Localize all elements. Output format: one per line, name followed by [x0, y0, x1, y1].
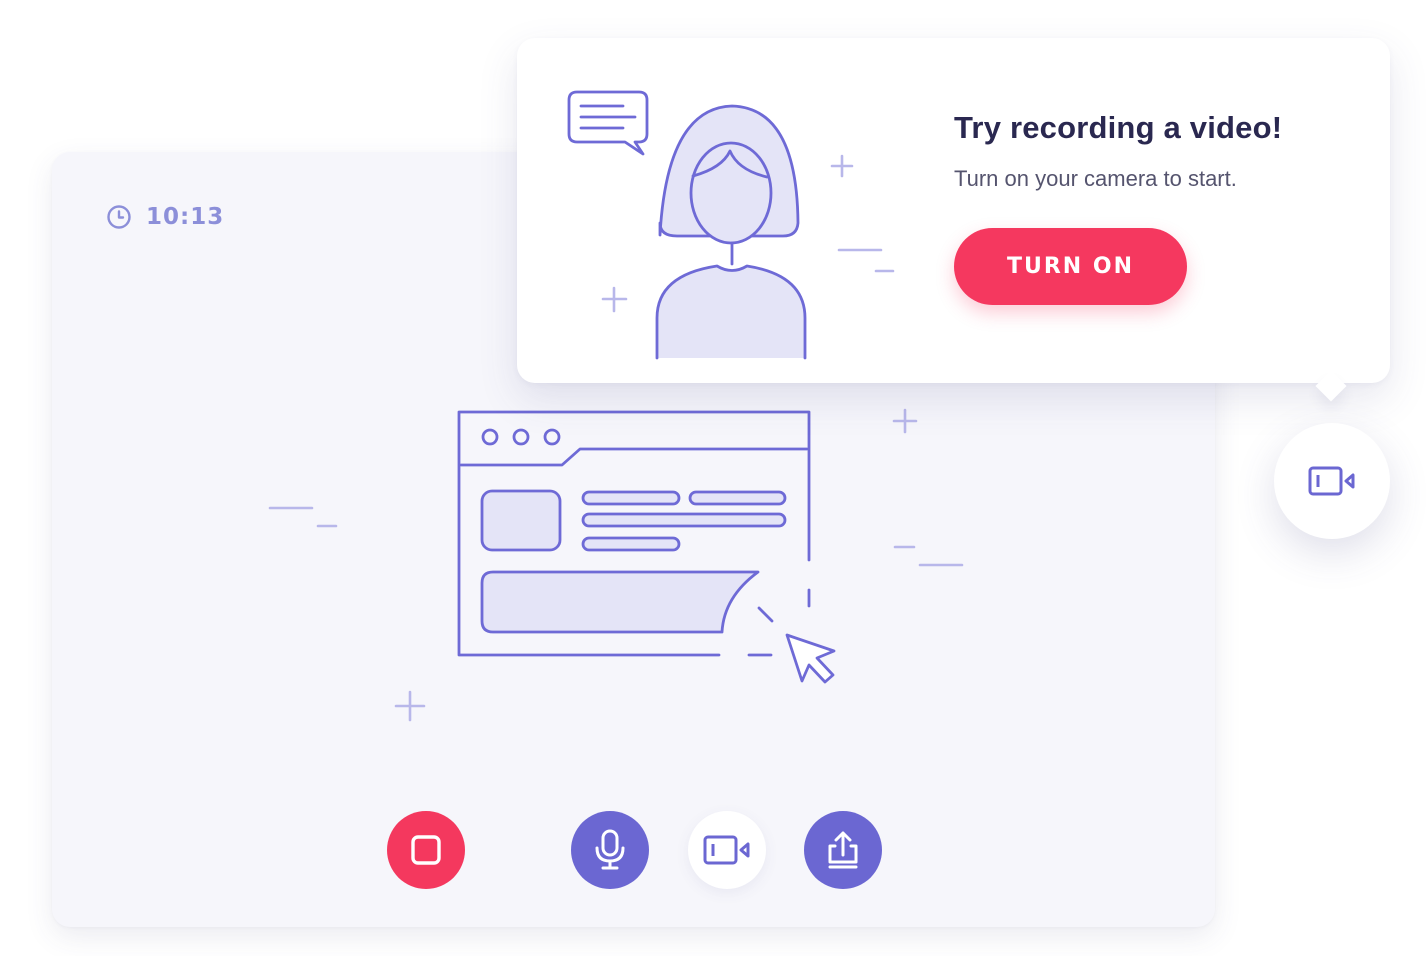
popup-pointer	[1315, 370, 1347, 402]
video-camera-icon	[1308, 466, 1355, 496]
person-illustration	[567, 90, 895, 360]
microphone-button[interactable]	[571, 811, 649, 889]
dash-lines	[893, 545, 964, 567]
camera-button[interactable]	[688, 811, 766, 889]
sparkle-plus	[892, 408, 918, 434]
stop-recording-button[interactable]	[387, 811, 465, 889]
popup-subtitle: Turn on your camera to start.	[954, 166, 1237, 191]
chat-bubble-icon	[567, 90, 649, 156]
microphone-icon	[595, 829, 625, 870]
video-camera-icon	[703, 835, 750, 865]
share-button[interactable]	[804, 811, 882, 889]
turn-on-camera-button[interactable]: TURN ON	[954, 228, 1187, 305]
floating-camera-button[interactable]	[1274, 423, 1390, 539]
stop-icon	[411, 835, 441, 865]
popup-title: Try recording a video!	[954, 110, 1283, 145]
sparkle-plus	[394, 690, 426, 722]
share-upload-icon	[828, 831, 858, 869]
browser-window	[457, 410, 836, 684]
record-video-popup: Try recording a video! Turn on your came…	[517, 38, 1390, 402]
dash-lines	[268, 506, 338, 528]
